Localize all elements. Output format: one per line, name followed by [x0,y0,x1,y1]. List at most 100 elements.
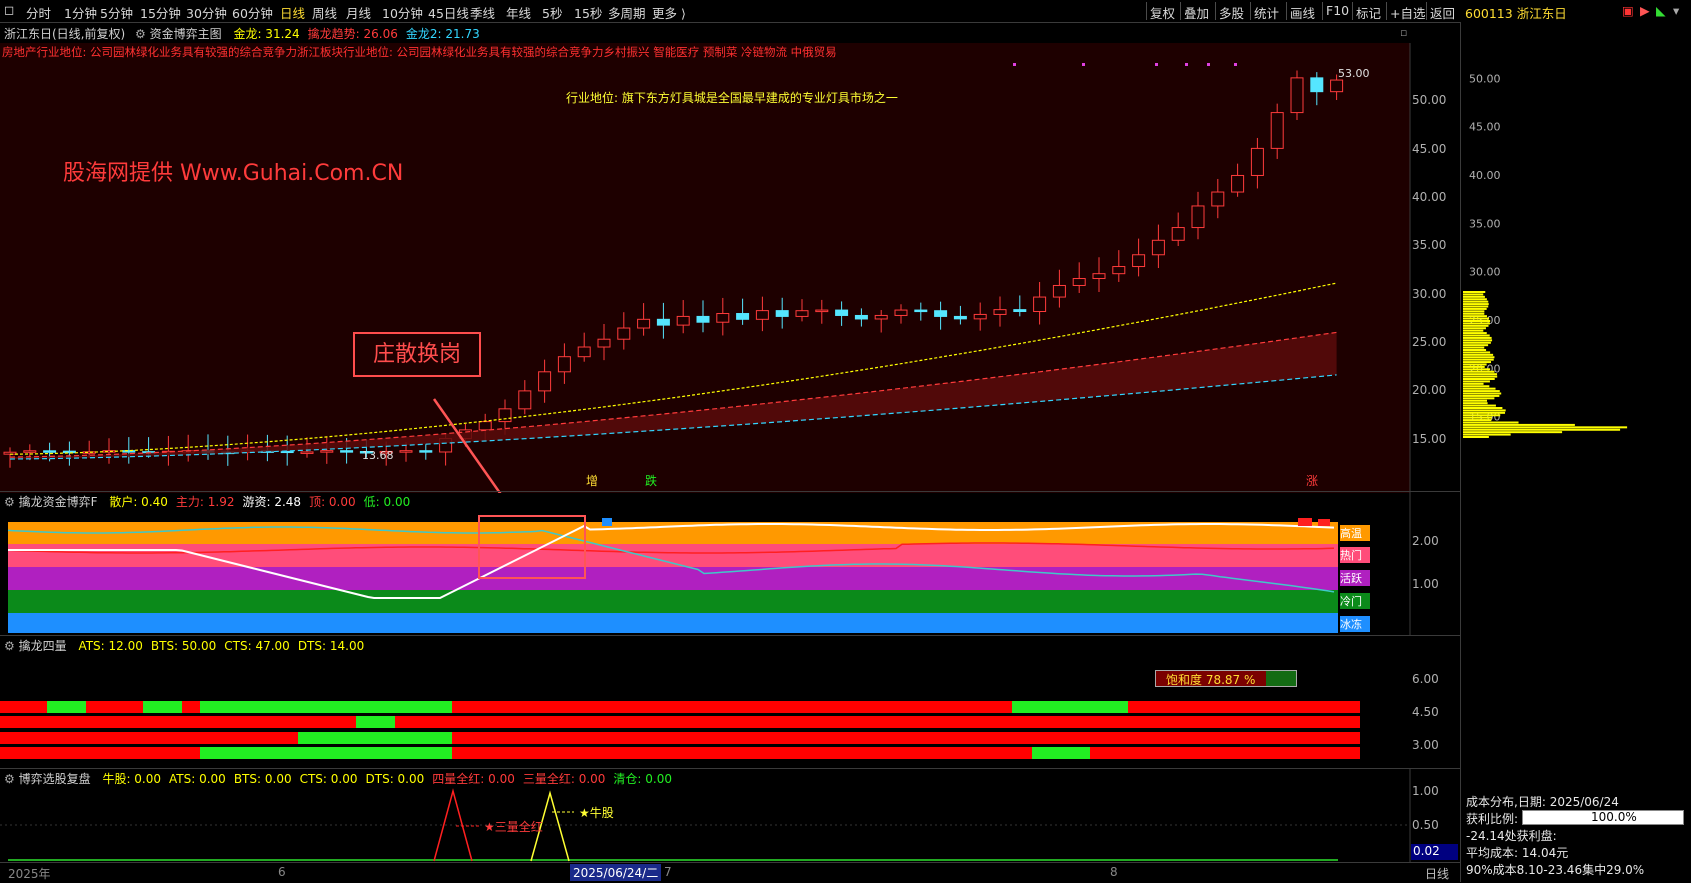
period-tab[interactable]: 45日线 [428,3,469,22]
period-tab[interactable]: 周线 [312,3,337,22]
signal-marker [1318,519,1330,526]
toolbar-button[interactable]: +自选 [1390,3,1425,22]
candle-body [43,450,57,453]
sidebar-y-label: 50.00 [1469,72,1501,85]
toolbar-button[interactable]: F10 [1326,3,1349,18]
close-panel-icon[interactable]: ▫ [1400,26,1407,39]
cost-bar [1463,332,1487,335]
toolbar-button[interactable]: 标记 [1356,3,1381,22]
period-tab[interactable]: 日线 [280,3,305,22]
cost-bar [1463,312,1485,315]
panel3-title[interactable]: 擒龙四量 [19,639,67,653]
sidebar-y-label: 45.00 [1469,121,1501,134]
cost-distribution-chart: 50.0045.0040.0035.0030.0025.0020.0015.00 [1463,72,1628,438]
y-axis-label: 1.00 [1412,577,1439,591]
period-tab[interactable]: 60分钟 [232,3,273,22]
menu-icon[interactable]: ▾ [1673,3,1679,18]
candle-body [518,390,532,410]
period-tab[interactable]: 5分钟 [100,3,133,22]
cost-bar [1463,356,1495,359]
candlestick-chart[interactable]: 53.00 13.68 增 跌 涨 [0,23,1460,493]
sidebar-y-label: 35.00 [1469,217,1501,230]
window-icon[interactable]: ◻ [4,2,14,17]
toolbar-button[interactable]: 统计 [1254,3,1279,22]
period-label[interactable]: 日线 [1425,865,1449,882]
y-axis-label: 1.00 [1412,784,1439,798]
signal-marker: 增 [586,474,598,488]
period-tab[interactable]: 30分钟 [186,3,227,22]
candle-body [300,451,314,454]
zone-label: 热门 [1340,547,1370,563]
candle-body [815,309,829,313]
avg-cost: 平均成本: 14.04元 [1466,846,1569,860]
panel3-header: ⚙ 擒龙四量 ATS: 12.00 BTS: 50.00 CTS: 47.00 DTS… [4,637,364,654]
candle-body [62,450,76,454]
candle-body [1052,284,1066,298]
cost-bar [1463,436,1489,438]
y-axis-label: 4.50 [1412,705,1439,719]
candle-body [1290,77,1304,114]
y-axis-label: 40.00 [1412,190,1447,204]
cost-bar [1463,315,1487,318]
candle-body [736,313,750,320]
toolbar-divider [1180,2,1181,20]
cost-distribution-sidebar: 50.0045.0040.0035.0030.0025.0020.0015.00 [1460,22,1691,882]
capital-game-chart[interactable] [0,492,1460,635]
play-icon[interactable]: ▶ [1640,3,1650,18]
cost-bar [1463,365,1485,368]
candle-body [775,310,789,317]
period-tab[interactable]: 多周期 [608,3,646,22]
toolbar-button[interactable]: 叠加 [1184,3,1209,22]
cost-bar [1463,419,1492,422]
profit-row: 获利比例: [1466,810,1518,827]
y-axis-label: 45.00 [1412,141,1447,156]
y-axis-label: 50.00 [1412,93,1447,108]
period-tab[interactable]: 15秒 [574,3,602,22]
profit-value: 100.0% [1591,810,1637,824]
candle-body [696,315,710,323]
saturation-rest [1266,671,1296,686]
toolbar-button[interactable]: 多股 [1219,3,1244,22]
signal-dot [1082,63,1085,66]
toolbar-button[interactable]: 复权 [1150,3,1175,22]
x-axis: 2025年 6 7 8 2025/06/24/二 日线 [0,862,1460,883]
cost-bar [1463,322,1490,325]
period-tab[interactable]: 年线 [506,3,531,22]
candle-body [1211,191,1225,207]
candle-body [102,450,116,453]
signal-marker: 跌 [645,473,657,488]
toolbar-divider [1286,2,1287,20]
cost-bar [1463,346,1485,349]
period-tab[interactable]: 分时 [26,3,51,22]
signal-dot [1013,63,1016,66]
candle-body [557,356,571,373]
candle-body [23,450,37,453]
high-price-label: 53.00 [1338,67,1370,80]
arrow-icon[interactable]: ◣ [1656,3,1666,18]
candle-body [1013,309,1027,312]
toolbar-button[interactable]: 返回 [1430,3,1455,22]
flag-icon[interactable]: ▣ [1622,3,1634,18]
period-tab[interactable]: 5秒 [542,3,562,22]
toolbar-divider [1426,2,1427,20]
candle-body [953,315,967,320]
period-tab[interactable]: 季线 [470,3,495,22]
toolbar-button[interactable]: 画线 [1290,3,1315,22]
trend-band [10,332,1337,459]
volume-segment [356,716,395,728]
cost-bar [1463,433,1511,436]
x-label-month: 8 [1110,865,1118,879]
candle-body [122,450,136,453]
period-tab[interactable]: 15分钟 [140,3,181,22]
cost-bar [1463,390,1500,393]
period-tab[interactable]: 1分钟 [64,3,97,22]
period-tab[interactable]: 更多 ⟩ [652,3,686,22]
signal-chart[interactable] [0,769,1460,862]
candle-body [1191,205,1205,229]
period-tab[interactable]: 月线 [346,3,371,22]
candle-body [1270,112,1284,149]
cost-bar [1463,324,1489,327]
cost-bar [1463,402,1488,405]
panel-settings-icon[interactable]: ⚙ [4,639,15,653]
period-tab[interactable]: 10分钟 [382,3,423,22]
